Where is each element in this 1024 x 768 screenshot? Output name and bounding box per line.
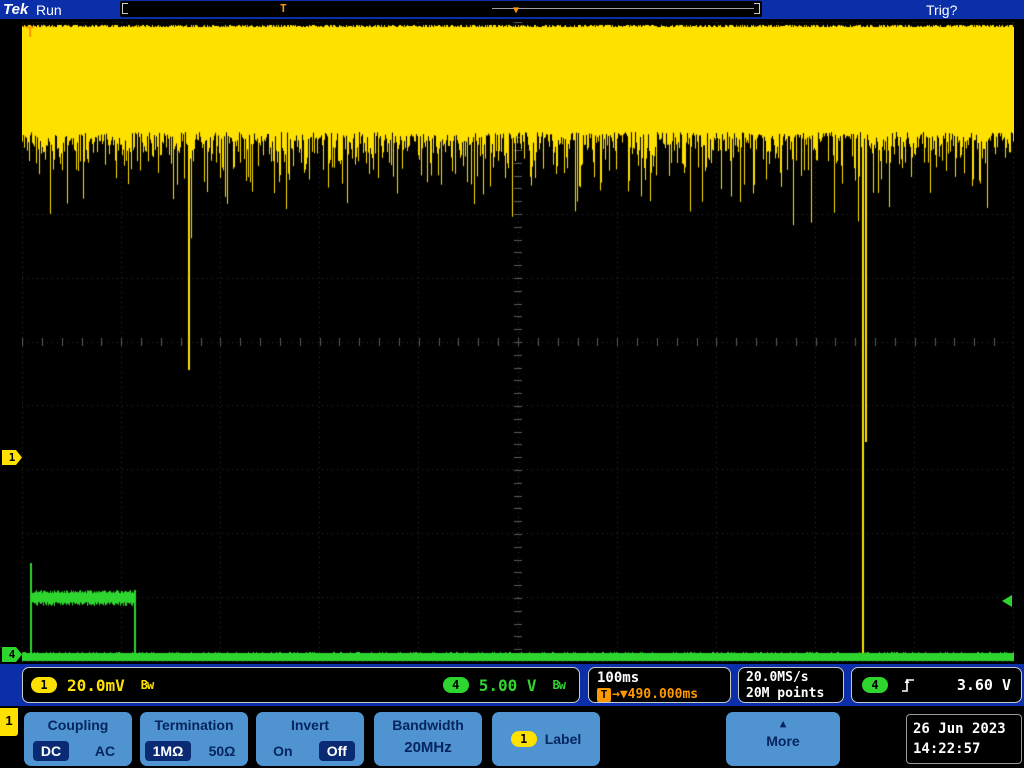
more-button[interactable]: ▲ More: [726, 712, 840, 766]
timebase-scale: 100ms: [597, 670, 640, 686]
label-button[interactable]: 1 Label: [492, 712, 600, 766]
ch4-ground-marker[interactable]: 4: [2, 647, 22, 662]
rising-edge-slope-icon: [902, 678, 914, 692]
coupling-button[interactable]: Coupling DC AC: [24, 712, 132, 766]
channel-readout-box[interactable]: 1 20.0mV Bw 4 5.00 V Bw: [22, 667, 580, 703]
bottom-menu-bar: 1 Coupling DC AC Termination 1MΩ 50Ω Inv…: [0, 706, 1024, 768]
delay-t-icon: T: [597, 687, 611, 702]
ch1-bandwidth-limit-icon: Bw: [140, 678, 154, 692]
bandwidth-title: Bandwidth: [392, 717, 464, 733]
termination-1mohm-option[interactable]: 1MΩ: [144, 741, 192, 761]
bandwidth-button[interactable]: Bandwidth 20MHz: [374, 712, 482, 766]
invert-button[interactable]: Invert On Off: [256, 712, 364, 766]
coupling-dc-option[interactable]: DC: [32, 741, 70, 761]
record-start-bracket: [122, 3, 128, 14]
label-title: Label: [544, 731, 582, 747]
acquisition-overview-bar[interactable]: T ▼: [120, 1, 762, 17]
oscilloscope-screen: Tek Run T ▼ Trig? T 1 4 1 20.0mV Bw 4 5.…: [0, 0, 1024, 768]
trigger-delay-readout: T →▼490.000ms: [597, 687, 722, 702]
ch4-bandwidth-limit-icon: Bw: [552, 678, 566, 692]
date-value: 26 Jun 2023: [913, 721, 1006, 737]
termination-button[interactable]: Termination 1MΩ 50Ω: [140, 712, 248, 766]
waveform-canvas: [22, 22, 1014, 662]
trigger-readout-box[interactable]: 4 3.60 V: [851, 667, 1022, 703]
record-end-bracket: [754, 3, 760, 14]
termination-options: 1MΩ 50Ω: [140, 741, 248, 761]
trigger-state-label: Trig?: [926, 2, 958, 18]
coupling-options: DC AC: [24, 741, 132, 761]
ch4-badge[interactable]: 4: [442, 677, 469, 693]
ch1-badge[interactable]: 1: [31, 677, 57, 693]
time-value: 14:22:57: [913, 741, 981, 758]
ch1-ground-marker[interactable]: 1: [2, 450, 22, 465]
record-length: 20M points: [746, 686, 825, 701]
datetime-box: 26 Jun 2023 14:22:57: [906, 714, 1022, 764]
ch1-scale: 20.0mV: [67, 675, 125, 695]
invert-title: Invert: [290, 717, 330, 733]
trigger-level-value: 3.60 V: [956, 676, 1011, 694]
coupling-title: Coupling: [47, 717, 109, 733]
bandwidth-value: 20MHz: [404, 739, 452, 756]
top-status-bar: Tek Run T ▼ Trig?: [0, 0, 1024, 19]
tek-logo: Tek: [3, 1, 29, 18]
channel-menu-tab[interactable]: 1: [0, 708, 18, 736]
more-up-arrow-icon: ▲: [779, 717, 787, 730]
termination-title: Termination: [154, 717, 234, 733]
trigger-source-badge[interactable]: 4: [862, 677, 888, 693]
trigger-time-marker[interactable]: T: [280, 2, 287, 15]
acquisition-status: Run: [36, 2, 62, 18]
trigger-level-arrow[interactable]: [1002, 595, 1012, 607]
acquisition-readout-box[interactable]: 20.0MS/s 20M points: [738, 667, 844, 703]
termination-50ohm-option[interactable]: 50Ω: [201, 741, 244, 761]
trigger-ref-indicator: T: [26, 25, 35, 41]
invert-options: On Off: [256, 741, 364, 761]
trigger-position-icon[interactable]: ▼: [513, 5, 519, 17]
ch4-scale: 5.00 V: [478, 675, 537, 695]
sample-rate: 20.0MS/s: [746, 670, 809, 685]
horizontal-readout-box[interactable]: 100ms T →▼490.000ms: [588, 667, 731, 703]
readout-bar: 1 20.0mV Bw 4 5.00 V Bw 100ms T →▼490.00…: [0, 664, 1024, 706]
record-view-line: [492, 8, 754, 9]
invert-on-option[interactable]: On: [265, 741, 300, 761]
label-ch1-badge: 1: [510, 731, 537, 747]
invert-off-option[interactable]: Off: [318, 741, 355, 761]
more-title: More: [766, 733, 800, 749]
coupling-ac-option[interactable]: AC: [87, 741, 123, 761]
delay-value: →▼490.000ms: [612, 687, 699, 702]
